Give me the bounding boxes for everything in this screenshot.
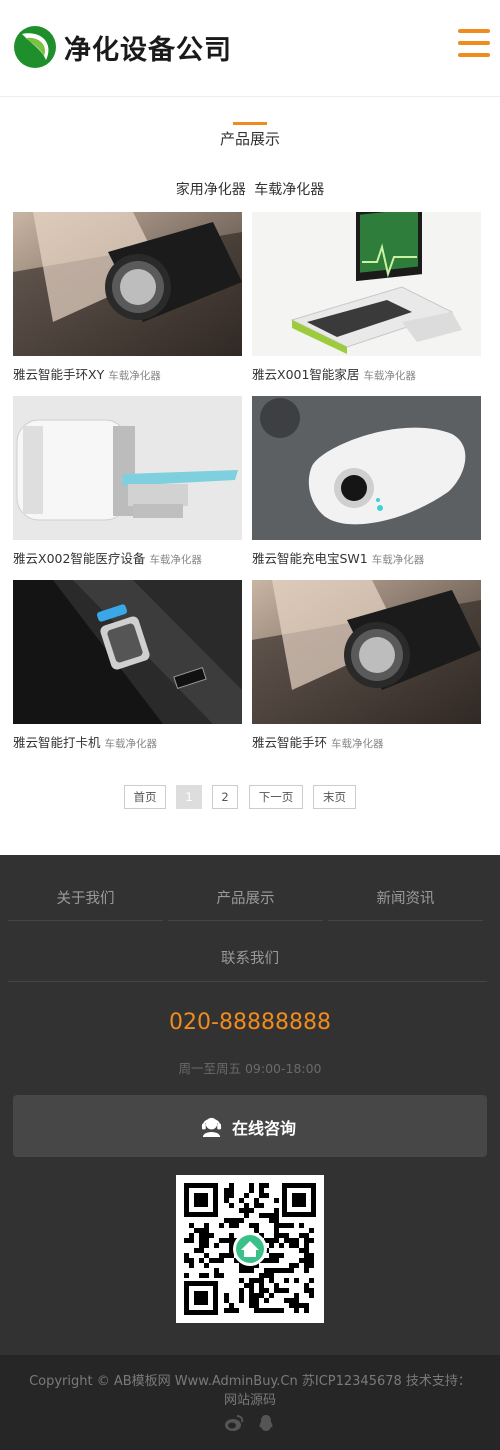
category-link-car[interactable]: 车载净化器 [254,182,324,198]
product-tag[interactable]: 车载净化器 [372,554,425,566]
product-caption[interactable]: 雅云智能打卡机 车载净化器 [13,732,242,751]
copyright-bar: Copyright © AB模板网 Www.AdminBuy.Cn 苏ICP12… [0,1355,500,1450]
headset-icon [201,1117,222,1138]
product-caption[interactable]: 雅云智能手环 车载净化器 [252,732,481,751]
online-consult-button[interactable]: 在线咨询 [13,1095,487,1157]
page-next-button[interactable]: 下一页 [249,785,303,809]
section-title: 产品展示 [219,130,280,148]
qq-icon[interactable] [256,1413,276,1433]
product-card[interactable]: 雅云X002智能医疗设备 车载净化器 [13,396,242,567]
product-tag[interactable]: 车载净化器 [331,738,384,750]
product-caption[interactable]: 雅云智能手环XY 车载净化器 [13,364,242,383]
weibo-icon[interactable] [224,1413,244,1433]
product-name[interactable]: 雅云智能手环 [252,735,327,750]
footer-nav-news[interactable]: 新闻资讯 [328,887,483,908]
section-title-accent [233,122,267,125]
product-caption[interactable]: 雅云X001智能家居 车载净化器 [252,364,481,383]
site-footer: 关于我们 产品展示 新闻资讯 联系我们 020-88888888 周一至周五 0… [0,855,500,1355]
business-hours: 周一至周五 09:00-18:00 [178,1061,322,1076]
product-name[interactable]: 雅云X002智能医疗设备 [13,551,145,566]
product-name[interactable]: 雅云智能打卡机 [13,735,101,750]
page-first-button[interactable]: 首页 [124,785,166,809]
copyright-text: Copyright © AB模板网 Www.AdminBuy.Cn 苏ICP12… [0,1372,500,1410]
product-caption[interactable]: 雅云X002智能医疗设备 车载净化器 [13,548,242,567]
pagination: 首页 1 2 下一页 末页 [0,785,500,809]
footer-nav-about[interactable]: 关于我们 [8,887,163,908]
product-image-device[interactable] [252,212,481,356]
copyright-line: Copyright © AB模板网 Www.AdminBuy.Cn 苏ICP12… [29,1374,471,1389]
product-name[interactable]: 雅云X001智能家居 [252,367,359,382]
tech-support-link[interactable]: 网站源码 [0,1391,500,1410]
logo-text[interactable]: 净化设备公司 [64,28,232,67]
product-tag[interactable]: 车载净化器 [108,370,161,382]
product-name[interactable]: 雅云智能手环XY [13,367,104,382]
logo-leaf-icon[interactable] [12,24,58,70]
page-1-button[interactable]: 1 [176,785,202,809]
product-card[interactable]: 雅云智能充电宝SW1 车载净化器 [252,396,481,567]
product-card[interactable]: 雅云智能手环 车载净化器 [252,580,481,751]
product-card[interactable]: 雅云X001智能家居 车载净化器 [252,212,481,383]
product-name[interactable]: 雅云智能充电宝SW1 [252,551,368,566]
product-caption[interactable]: 雅云智能充电宝SW1 车载净化器 [252,548,481,567]
footer-divider [168,920,323,921]
product-image-fingerprint[interactable] [13,580,242,724]
product-tag[interactable]: 车载净化器 [149,554,202,566]
product-image-watch[interactable] [252,580,481,724]
product-image-powerbank[interactable] [252,396,481,540]
product-tag[interactable]: 车载净化器 [363,370,416,382]
category-filter: 家用净化器 车载净化器 [0,179,500,199]
qr-code [176,1175,324,1323]
home-icon [233,1232,267,1266]
menu-icon[interactable] [458,29,490,57]
product-card[interactable]: 雅云智能手环XY 车载净化器 [13,212,242,383]
category-link-home[interactable]: 家用净化器 [176,182,246,198]
product-image-watch[interactable] [13,212,242,356]
footer-divider [328,920,483,921]
footer-divider [8,920,163,921]
product-card[interactable]: 雅云智能打卡机 车载净化器 [13,580,242,751]
site-header: 净化设备公司 [0,0,500,97]
page-last-button[interactable]: 末页 [313,785,356,809]
footer-nav-products[interactable]: 产品展示 [168,887,323,908]
footer-nav-contact[interactable]: 联系我们 [0,947,500,968]
page-2-button[interactable]: 2 [212,785,238,809]
online-consult-label[interactable]: 在线咨询 [232,1115,296,1139]
footer-divider [8,981,487,982]
product-tag[interactable]: 车载净化器 [105,738,158,750]
product-image-medical[interactable] [13,396,242,540]
contact-phone[interactable]: 020-88888888 [0,1010,500,1035]
